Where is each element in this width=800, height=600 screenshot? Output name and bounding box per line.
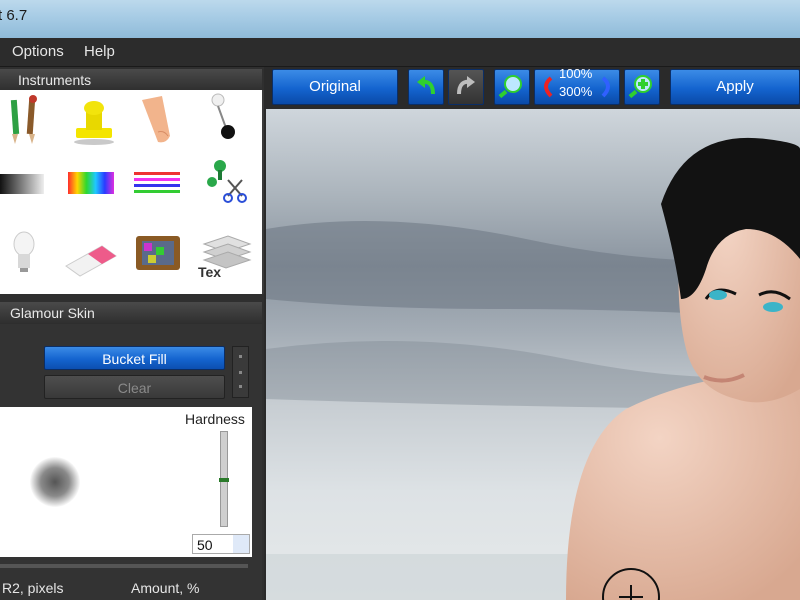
- zoom-in-icon: [628, 75, 652, 99]
- finger-icon[interactable]: [128, 90, 188, 150]
- menu-bar: Options Help: [0, 38, 800, 67]
- stripes-icon[interactable]: [128, 152, 188, 212]
- brush-preview: Hardness 50: [0, 407, 252, 557]
- apply-button[interactable]: Apply: [670, 69, 800, 105]
- hardness-input[interactable]: 50: [192, 534, 250, 554]
- scissors-icon[interactable]: [194, 152, 254, 212]
- rainbow-icon[interactable]: [62, 152, 122, 212]
- window-title: t 6.7: [0, 7, 28, 24]
- hardness-slider-thumb[interactable]: [219, 478, 229, 482]
- zoom-in-button[interactable]: [624, 69, 660, 105]
- clear-button[interactable]: Clear: [44, 375, 225, 399]
- zoom-toggle-button[interactable]: 100% 300%: [534, 66, 620, 105]
- glamour-header-label: Glamour Skin: [10, 305, 95, 321]
- text-layers-icon[interactable]: Tex: [194, 226, 254, 286]
- menu-help[interactable]: Help: [84, 43, 115, 60]
- redo-icon: [457, 76, 475, 95]
- gradient-icon[interactable]: [0, 152, 60, 212]
- undo-icon: [417, 76, 435, 95]
- instruments-header: Instruments: [0, 69, 262, 92]
- image-toolbar: Original 100% 300% Apply: [266, 66, 800, 109]
- brush-shape: [30, 457, 80, 507]
- redo-button[interactable]: [448, 69, 484, 105]
- zoom-out-button[interactable]: [494, 69, 530, 105]
- eraser-icon[interactable]: [62, 226, 122, 286]
- instruments-header-label: Instruments: [18, 72, 92, 88]
- zoom-red-arrow-icon: [544, 76, 553, 98]
- r2-label: R2, pixels: [2, 580, 64, 596]
- amount-label: Amount, %: [131, 580, 200, 596]
- tv-icon[interactable]: [128, 226, 188, 286]
- title-bar: t 6.7: [0, 0, 800, 38]
- hardness-value: 50: [197, 537, 213, 553]
- zoom-blue-arrow-icon: [601, 76, 610, 98]
- bulb-icon[interactable]: [0, 226, 60, 286]
- pin-icon[interactable]: [194, 90, 254, 150]
- text-tool-label: Tex: [198, 264, 222, 280]
- image-canvas[interactable]: [266, 109, 800, 600]
- undo-button[interactable]: [408, 69, 444, 105]
- bucket-fill-button[interactable]: Bucket Fill: [44, 346, 225, 370]
- hardness-slider[interactable]: [219, 431, 229, 527]
- original-button[interactable]: Original: [272, 69, 398, 105]
- glamour-header: Glamour Skin: [0, 302, 262, 325]
- spin-icon[interactable]: [233, 535, 249, 553]
- hardness-label: Hardness: [185, 411, 245, 427]
- zoom-bottom-value: 300%: [559, 84, 593, 99]
- side-scroll[interactable]: [232, 346, 249, 398]
- menu-options[interactable]: Options: [12, 43, 64, 60]
- zoom-top-value: 100%: [559, 66, 593, 81]
- pencils-icon[interactable]: [0, 90, 60, 150]
- photo: [266, 137, 800, 600]
- zoom-out-icon: [498, 75, 522, 99]
- instruments-grid: Tex: [0, 90, 264, 294]
- divider: [0, 564, 248, 568]
- stamp-icon[interactable]: [62, 90, 122, 150]
